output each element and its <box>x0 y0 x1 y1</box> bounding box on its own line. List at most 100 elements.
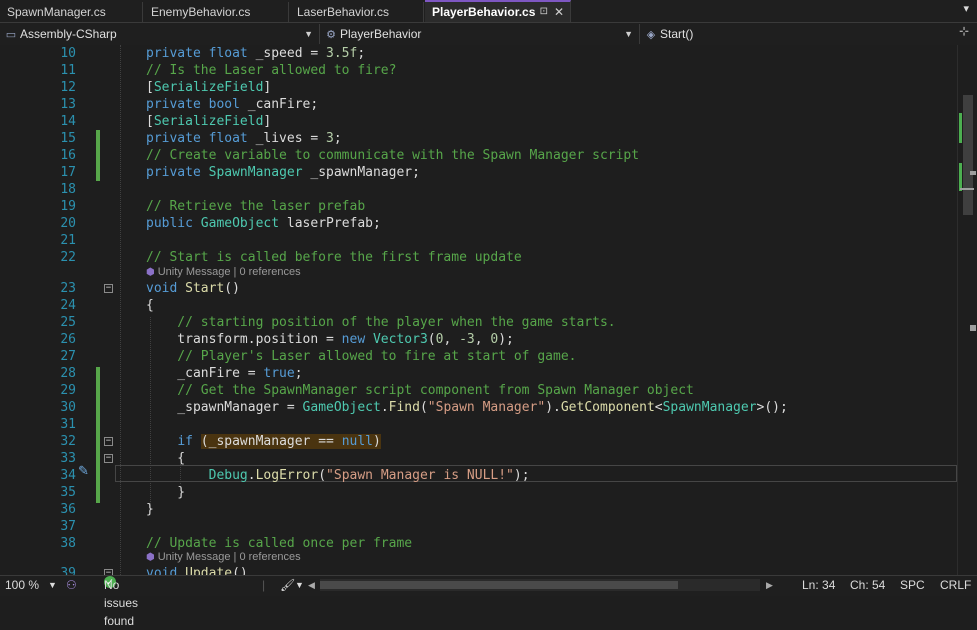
line-indicator[interactable]: Ln: 34 <box>802 576 835 594</box>
line-number: 10 <box>60 46 76 61</box>
tab-label: LaserBehavior.cs <box>297 5 390 19</box>
navigation-bar: ▭ Assembly-CSharp ▼ ⚙ PlayerBehavior ▼ ◈ St… <box>0 23 977 46</box>
vertical-scrollbar[interactable] <box>957 45 977 575</box>
code-line: 16 // Create variable to communicate with… <box>0 147 957 164</box>
line-number: 26 <box>60 332 76 347</box>
code-line: 38// Update is called once per frame <box>0 535 957 552</box>
scrollbar-thumb[interactable] <box>320 581 678 589</box>
line-number: 30 <box>60 400 76 415</box>
code-text: private float _speed = 3.5f; <box>146 46 366 61</box>
code-line: 17 private SpawnManager _spawnManager; <box>0 164 957 181</box>
scrollbar-thumb[interactable] <box>963 95 973 215</box>
code-editor[interactable]: ✎ 10 private float _speed = 3.5f; 11// Is… <box>0 45 957 575</box>
tab-enemybehavior[interactable]: EnemyBehavior.cs <box>144 2 289 22</box>
tab-laserbehavior[interactable]: LaserBehavior.cs <box>290 2 424 22</box>
code-line: 37 <box>0 518 957 535</box>
code-text: // Create variable to communicate with t… <box>146 148 640 163</box>
codelens-text: Unity Message | 0 references <box>157 266 301 278</box>
collapse-icon[interactable]: − <box>104 437 113 446</box>
line-number: 16 <box>60 148 76 163</box>
code-text: } <box>146 485 186 500</box>
chevron-down-icon[interactable]: ▾ <box>963 2 969 15</box>
line-ending-indicator[interactable]: CRLF <box>940 576 971 594</box>
scroll-left-icon[interactable]: ◀ <box>308 576 315 594</box>
project-dropdown[interactable]: ▭ Assembly-CSharp ▼ <box>0 24 320 44</box>
code-line: 18 <box>0 181 957 198</box>
code-text: // Is the Laser allowed to fire? <box>146 63 397 78</box>
code-text: transform.position = new Vector3(0, -3, … <box>146 332 514 347</box>
project-label: Assembly-CSharp <box>20 27 117 41</box>
chevron-down-icon[interactable]: ▼ <box>48 576 57 594</box>
codelens-update[interactable]: ⬢ Unity Message | 0 references <box>146 550 301 565</box>
collapse-icon[interactable]: − <box>104 454 113 463</box>
separator: | <box>262 578 266 592</box>
code-line: 29 // Get the SpawnManager script compon… <box>0 382 957 399</box>
code-text: void Update() <box>146 566 248 575</box>
close-icon[interactable]: ✕ <box>554 2 564 22</box>
code-text: { <box>146 451 186 466</box>
collapse-icon[interactable]: − <box>104 284 113 293</box>
line-number: 32 <box>60 434 76 449</box>
code-text: if (_spawnManager == null) <box>177 434 381 449</box>
code-line: 13 private bool _canFire; <box>0 96 957 113</box>
line-number: 21 <box>60 233 76 248</box>
code-line: 11 // Is the Laser allowed to fire? <box>0 62 957 79</box>
line-number: 35 <box>60 485 76 500</box>
tab-spawnmanager[interactable]: SpawnManager.cs <box>0 2 143 22</box>
code-line: 36} <box>0 501 957 518</box>
scrollbar-change-marker <box>959 163 962 191</box>
line-number: 18 <box>60 182 76 197</box>
line-number: 37 <box>60 519 76 534</box>
code-text: private bool _canFire; <box>146 97 319 112</box>
tab-label: SpawnManager.cs <box>7 5 106 19</box>
line-number: 11 <box>60 63 76 78</box>
issues-label: No issues found <box>104 578 139 628</box>
member-label: Start() <box>660 27 694 41</box>
document-tab-bar: SpawnManager.cs EnemyBehavior.cs LaserBe… <box>0 0 977 23</box>
chevron-down-icon: ▼ <box>304 29 313 39</box>
code-line: 15 private float _lives = 3; <box>0 130 957 147</box>
tab-label: EnemyBehavior.cs <box>151 5 251 19</box>
line-number: 39 <box>60 566 76 575</box>
horizontal-scrollbar[interactable] <box>320 579 760 591</box>
status-bar: 100 % ▼ ⚇ ✓ No issues found | 🖌 ▼ ◀ ▶ Ln… <box>0 575 977 628</box>
copilot-icon[interactable]: ⚇ <box>66 576 77 594</box>
code-line: 33 − { <box>0 450 957 467</box>
line-number: 15 <box>60 131 76 146</box>
code-line: 34 Debug.LogError("Spawn Manager is NULL… <box>0 467 957 484</box>
csharp-project-icon: ▭ <box>5 29 17 41</box>
member-dropdown[interactable]: ◈ Start() <box>640 24 957 44</box>
unity-icon: ⬢ <box>146 267 155 278</box>
class-dropdown[interactable]: ⚙ PlayerBehavior ▼ <box>320 24 640 44</box>
column-indicator[interactable]: Ch: 54 <box>850 576 885 594</box>
scroll-right-icon[interactable]: ▶ <box>766 576 773 594</box>
chevron-down-icon[interactable]: ▼ <box>295 576 304 594</box>
brush-icon[interactable]: 🖌 <box>280 576 295 594</box>
code-line: 14 [SerializeField] <box>0 113 957 130</box>
line-number: 38 <box>60 536 76 551</box>
class-label: PlayerBehavior <box>340 27 422 41</box>
code-text: // Retrieve the laser prefab <box>146 199 366 214</box>
codelens-start[interactable]: ⬢ Unity Message | 0 references <box>146 265 301 280</box>
codelens-text: Unity Message | 0 references <box>157 551 301 563</box>
code-line: 35 } <box>0 484 957 501</box>
code-text: // Get the SpawnManager script component… <box>146 383 694 398</box>
zoom-level[interactable]: 100 % <box>5 576 39 594</box>
code-line: 28 _canFire = true; <box>0 365 957 382</box>
tab-label: PlayerBehavior.cs <box>432 5 536 19</box>
spacing-indicator[interactable]: SPC <box>900 576 925 594</box>
pin-icon[interactable]: ⊡ <box>540 2 548 22</box>
line-number: 22 <box>60 250 76 265</box>
line-number: 19 <box>60 199 76 214</box>
code-text: [SerializeField] <box>146 114 272 129</box>
code-line: 21 <box>0 232 957 249</box>
code-line: 25 // starting position of the player wh… <box>0 314 957 331</box>
code-line: 22 // Start is called before the first fr… <box>0 249 957 266</box>
code-line: 39− void Update() <box>0 565 957 575</box>
class-icon: ⚙ <box>326 29 336 41</box>
code-text: [SerializeField] <box>146 80 272 95</box>
code-line: 19 // Retrieve the laser prefab <box>0 198 957 215</box>
line-number: 28 <box>60 366 76 381</box>
split-icon[interactable]: ⊹ <box>959 24 969 38</box>
tab-playerbehavior[interactable]: PlayerBehavior.cs ⊡ ✕ <box>425 0 571 22</box>
